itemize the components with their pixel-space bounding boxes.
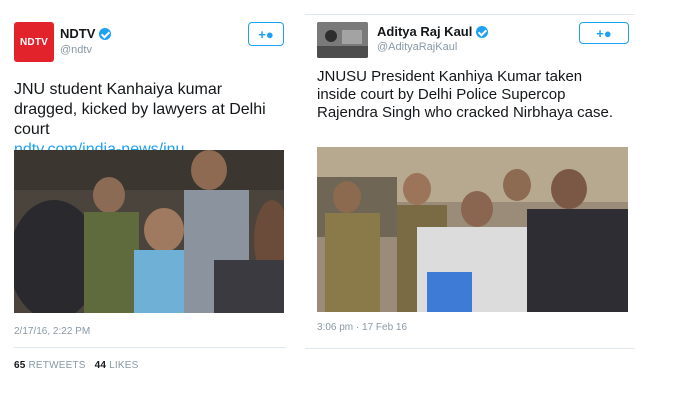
likes-label: LIKES — [109, 360, 139, 371]
tweet-text: JNUSU President Kanhiya Kumar taken insi… — [317, 68, 613, 121]
author-handle[interactable]: @AdityaRajKaul — [377, 41, 457, 53]
author-name[interactable]: NDTV — [60, 26, 112, 41]
retweets-stat[interactable]: 65 RETWEETS — [14, 360, 86, 371]
divider-top — [305, 14, 635, 15]
divider-bottom — [305, 348, 635, 349]
tweet-timestamp[interactable]: 3:06 pm · 17 Feb 16 — [317, 322, 407, 333]
tweet-stats: 65 RETWEETS 44 LIKES — [14, 360, 139, 371]
author-name[interactable]: Aditya Raj Kaul — [377, 24, 489, 39]
verified-icon — [99, 27, 112, 40]
photo-illustration — [14, 150, 284, 313]
tweet-text: JNU student Kanhaiya kumar dragged, kick… — [14, 80, 289, 160]
person-plus-icon: +● — [596, 25, 612, 41]
photo-illustration — [317, 147, 628, 312]
author-name-text: Aditya Raj Kaul — [377, 24, 473, 39]
tweet-timestamp[interactable]: 2/17/16, 2:22 PM — [14, 326, 90, 337]
avatar[interactable]: NDTV — [14, 22, 54, 62]
tweet-photo[interactable] — [317, 147, 628, 312]
author-name-text: NDTV — [60, 26, 96, 41]
avatar-photo — [317, 22, 368, 58]
ndtv-logo: NDTV — [19, 36, 49, 48]
person-plus-icon: +● — [258, 26, 274, 42]
retweets-count: 65 — [14, 360, 26, 371]
likes-stat[interactable]: 44 LIKES — [95, 360, 139, 371]
divider — [14, 347, 286, 348]
follow-button[interactable]: +● — [579, 22, 629, 44]
author-handle[interactable]: @ndtv — [60, 44, 92, 56]
follow-button[interactable]: +● — [248, 22, 284, 46]
tweet-body: JNU student Kanhaiya kumar dragged, kick… — [14, 81, 266, 138]
tweet-card-ndtv: NDTV NDTV @ndtv +● JNU student Kanhaiya … — [0, 0, 300, 401]
retweets-label: RETWEETS — [28, 360, 86, 371]
likes-count: 44 — [94, 360, 107, 371]
verified-icon — [476, 25, 489, 38]
avatar[interactable] — [317, 22, 368, 58]
tweet-photo[interactable] — [14, 150, 284, 313]
tweet-card-aditya: Aditya Raj Kaul @AdityaRajKaul +● JNUSU … — [305, 0, 681, 401]
